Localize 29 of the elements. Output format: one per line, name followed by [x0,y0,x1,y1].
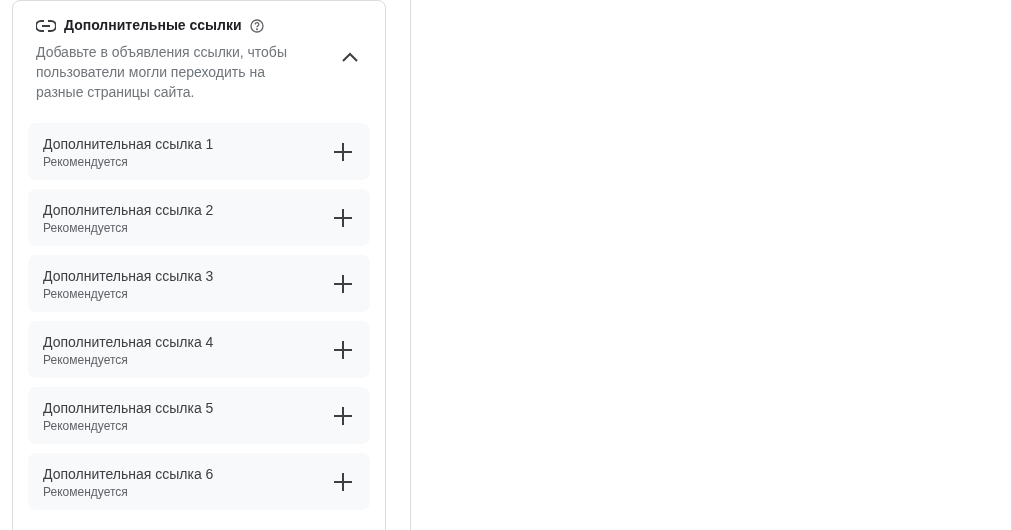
plus-icon[interactable] [334,406,352,425]
sitelink-item[interactable]: Дополнительная ссылка 1 Рекомендуется [28,123,370,180]
sitelink-title: Дополнительная ссылка 1 [43,134,215,154]
sitelink-title: Дополнительная ссылка 5 [43,398,215,418]
help-icon[interactable] [249,18,264,33]
sitelink-note: Рекомендуется [43,285,129,302]
plus-icon[interactable] [334,472,352,491]
sitelink-title: Дополнительная ссылка 4 [43,332,215,352]
section-title: Дополнительные ссылки [64,16,242,35]
sitelink-title: Дополнительная ссылка 6 [43,464,215,484]
plus-icon[interactable] [334,274,352,293]
chevron-icon [342,52,358,62]
sitelink-note: Рекомендуется [43,417,129,434]
sitelink-item[interactable]: Дополнительная ссылка 6 Рекомендуется [28,453,370,510]
sitelink-title: Дополнительная ссылка 2 [43,200,215,220]
sitelink-note: Рекомендуется [43,219,129,236]
sitelink-note: Рекомендуется [43,351,129,368]
sitelink-item[interactable]: Дополнительная ссылка 2 Рекомендуется [28,189,370,246]
sitelink-title: Дополнительная ссылка 3 [43,266,215,286]
sitelink-note: Рекомендуется [43,483,129,500]
plus-icon[interactable] [334,340,352,359]
sitelink-item[interactable]: Дополнительная ссылка 4 Рекомендуется [28,321,370,378]
section-description: Добавьте в объявления ссылки, чтобы пользователи могли переходить на разные страницы сайта. [36,43,288,102]
link-icon [36,19,56,32]
plus-icon[interactable] [334,208,352,227]
plus-icon[interactable] [334,142,352,161]
sitelink-note: Рекомендуется [43,153,129,170]
sitelink-item[interactable]: Дополнительная ссылка 3 Рекомендуется [28,255,370,312]
sitelink-item[interactable]: Дополнительная ссылка 5 Рекомендуется [28,387,370,444]
